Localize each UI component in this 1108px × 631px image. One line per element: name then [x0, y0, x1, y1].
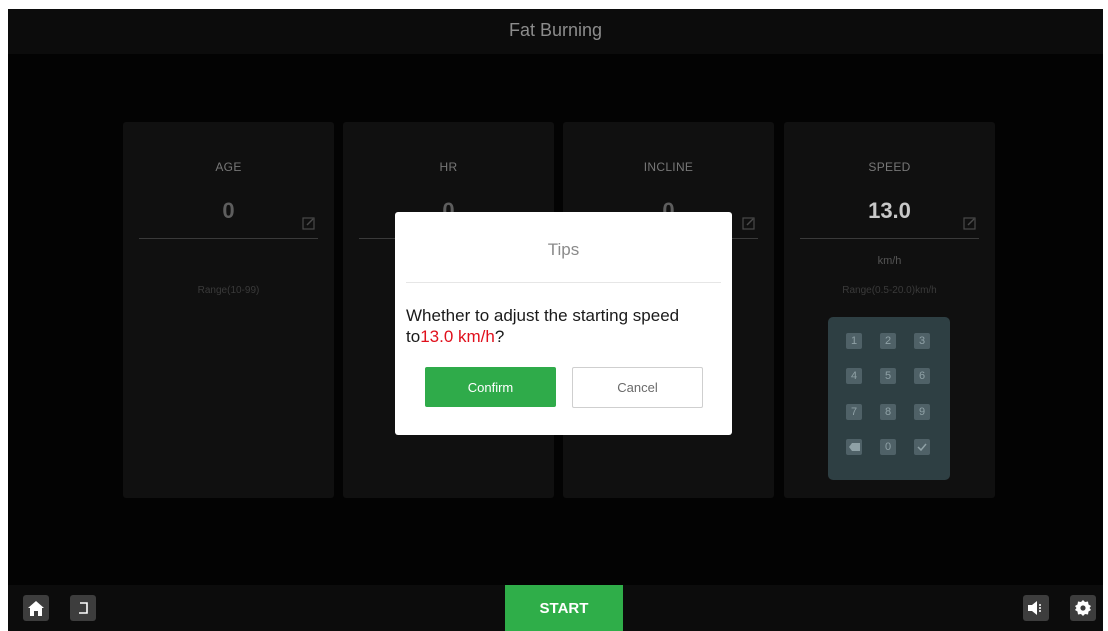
home-button[interactable]	[23, 595, 49, 621]
checkmark-icon	[917, 443, 927, 451]
start-button[interactable]: START	[505, 585, 623, 631]
key-5[interactable]: 5	[880, 368, 896, 384]
confirm-key[interactable]	[914, 439, 930, 455]
edit-icon[interactable]	[302, 216, 316, 230]
key-9[interactable]: 9	[914, 404, 930, 420]
title-bar: Fat Burning	[8, 9, 1103, 54]
dialog-message-value: 13.0 km/h	[420, 327, 495, 346]
key-3[interactable]: 3	[914, 333, 930, 349]
speed-card[interactable]: SPEED 13.0 km/h Range(0.5-20.0)km/h 1 2 …	[784, 122, 995, 498]
speed-underline	[800, 238, 979, 239]
key-6[interactable]: 6	[914, 368, 930, 384]
speed-label: SPEED	[868, 160, 911, 174]
confirm-button[interactable]: Confirm	[425, 367, 556, 407]
key-0[interactable]: 0	[880, 439, 896, 455]
age-range: Range(10-99)	[197, 285, 260, 296]
edit-icon[interactable]	[742, 216, 756, 230]
dialog-divider	[406, 282, 721, 283]
incline-label: INCLINE	[643, 160, 694, 174]
backspace-key[interactable]	[846, 439, 862, 455]
dialog-message-suffix: ?	[494, 327, 505, 346]
hr-label: HR	[439, 160, 458, 174]
tips-dialog: Tips Whether to adjust the starting spee…	[395, 212, 732, 435]
key-4[interactable]: 4	[846, 368, 862, 384]
age-card[interactable]: AGE 0 Range(10-99)	[123, 122, 334, 498]
bottom-bar: START	[8, 585, 1103, 631]
settings-button[interactable]	[1070, 595, 1096, 621]
volume-icon	[1028, 601, 1041, 615]
volume-button[interactable]	[1023, 595, 1049, 621]
speed-range: Range(0.5-20.0)km/h	[842, 285, 937, 296]
age-label: AGE	[215, 160, 242, 174]
dialog-title: Tips	[547, 240, 580, 259]
page-title: Fat Burning	[508, 20, 603, 40]
back-icon	[79, 602, 88, 614]
key-7[interactable]: 7	[846, 404, 862, 420]
back-button[interactable]	[70, 595, 96, 621]
app-screen: Fat Burning AGE 0 Range(10-99) HR 0 INCL…	[8, 9, 1103, 631]
home-icon	[28, 600, 44, 616]
settings-icon	[1075, 600, 1091, 616]
key-2[interactable]: 2	[880, 333, 896, 349]
edit-icon[interactable]	[963, 216, 977, 230]
age-underline	[139, 238, 318, 239]
key-8[interactable]: 8	[880, 404, 896, 420]
backspace-icon	[848, 443, 860, 451]
cancel-button[interactable]: Cancel	[572, 367, 703, 408]
numeric-keypad: 1 2 3 4 5 6 7 8 9 0	[828, 317, 950, 480]
speed-unit: km/h	[877, 255, 902, 267]
dialog-message: Whether to adjust the starting speed to1…	[406, 305, 722, 347]
key-1[interactable]: 1	[846, 333, 862, 349]
